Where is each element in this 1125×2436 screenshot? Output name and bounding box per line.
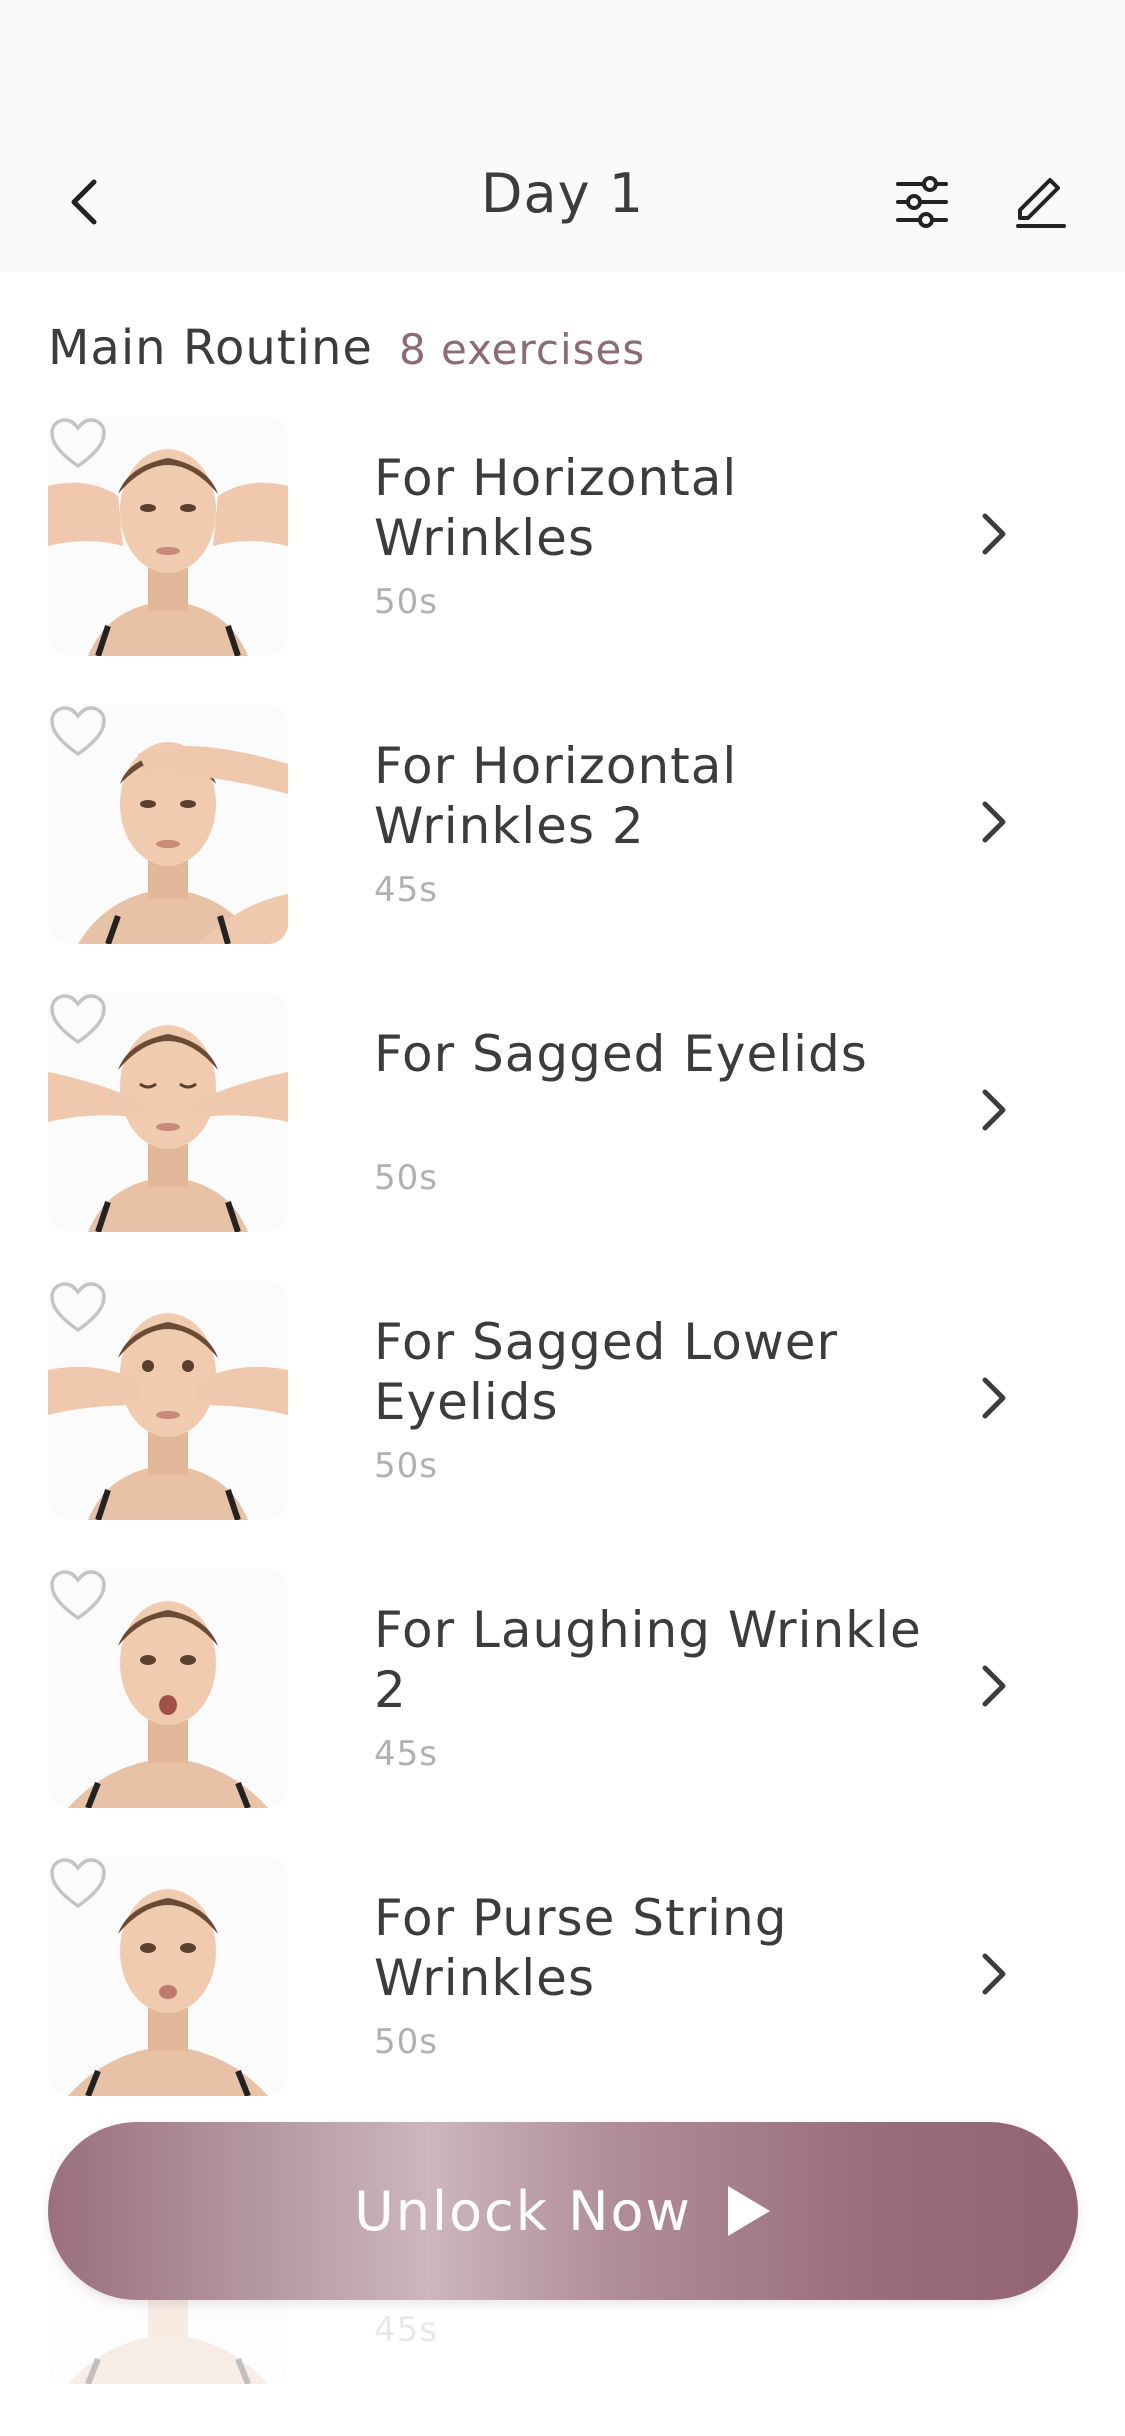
- play-icon: [727, 2186, 770, 2236]
- exercise-duration: 45s: [374, 2310, 438, 2350]
- heart-outline-icon[interactable]: [48, 1280, 108, 1336]
- exercise-row[interactable]: For Horizontal Wrinkles 2 45s: [0, 698, 1125, 986]
- section-header: Main Routine 8 exercises: [48, 320, 645, 376]
- chevron-right-icon: [982, 1665, 1006, 1707]
- open-exercise-button[interactable]: [966, 1648, 1022, 1724]
- exercise-row[interactable]: For Sagged Eyelids 50s: [0, 986, 1125, 1274]
- heart-outline-icon[interactable]: [48, 1568, 108, 1624]
- exercise-row[interactable]: For Laughing Wrinkle 2 45s: [0, 1562, 1125, 1850]
- exercise-title: For Sagged Lower Eyelids: [374, 1313, 839, 1431]
- pencil-icon: [1016, 178, 1066, 228]
- exercise-title: For Laughing Wrinkle 2: [374, 1601, 922, 1719]
- open-exercise-button[interactable]: [966, 1072, 1022, 1148]
- exercise-row[interactable]: For Purse String Wrinkles 50s: [0, 1850, 1125, 2138]
- exercise-title: For Purse String Wrinkles: [374, 1889, 788, 2007]
- heart-outline-icon[interactable]: [48, 1856, 108, 1912]
- chevron-right-icon: [982, 1089, 1006, 1131]
- exercise-count: 8 exercises: [398, 325, 646, 374]
- exercise-row[interactable]: For Horizontal Wrinkles 50s: [0, 410, 1125, 698]
- open-exercise-button[interactable]: [966, 496, 1022, 572]
- open-exercise-button[interactable]: [966, 1936, 1022, 2012]
- heart-outline-icon[interactable]: [48, 992, 108, 1048]
- unlock-now-label: Unlock Now: [354, 2179, 692, 2243]
- exercise-duration: 50s: [374, 582, 438, 622]
- exercise-duration: 50s: [374, 1158, 438, 1198]
- filter-button[interactable]: [880, 160, 964, 244]
- exercise-thumbnail: [48, 1568, 288, 1808]
- chevron-right-icon: [982, 801, 1006, 843]
- exercise-duration: 45s: [374, 870, 438, 910]
- heart-outline-icon[interactable]: [48, 704, 108, 760]
- open-exercise-button[interactable]: [966, 1360, 1022, 1436]
- exercise-title: For Horizontal Wrinkles: [374, 449, 738, 567]
- chevron-right-icon: [982, 513, 1006, 555]
- exercise-thumbnail: [48, 992, 288, 1232]
- unlock-now-button[interactable]: Unlock Now: [48, 2122, 1078, 2300]
- chevron-left-icon: [71, 179, 97, 225]
- chevron-right-icon: [982, 1377, 1006, 1419]
- exercise-row[interactable]: For Sagged Lower Eyelids 50s: [0, 1274, 1125, 1562]
- heart-outline-icon[interactable]: [48, 416, 108, 472]
- nav-bar: Day 1: [0, 132, 1125, 272]
- exercise-duration: 45s: [374, 1734, 438, 1774]
- section-title: Main Routine: [48, 320, 373, 376]
- exercise-title: For Horizontal Wrinkles 2: [374, 737, 738, 855]
- open-exercise-button[interactable]: [966, 784, 1022, 860]
- exercise-thumbnail: [48, 1856, 288, 2096]
- edit-button[interactable]: [998, 160, 1082, 244]
- exercise-thumbnail: [48, 1280, 288, 1520]
- exercise-thumbnail: [48, 704, 288, 944]
- status-bar: [0, 0, 1125, 132]
- exercise-duration: 50s: [374, 2022, 438, 2062]
- back-button[interactable]: [42, 160, 126, 244]
- exercise-duration: 50s: [374, 1446, 438, 1486]
- chevron-right-icon: [982, 1953, 1006, 1995]
- exercise-thumbnail: [48, 416, 288, 656]
- exercise-title: For Sagged Eyelids: [374, 1025, 868, 1083]
- sliders-icon: [896, 176, 948, 228]
